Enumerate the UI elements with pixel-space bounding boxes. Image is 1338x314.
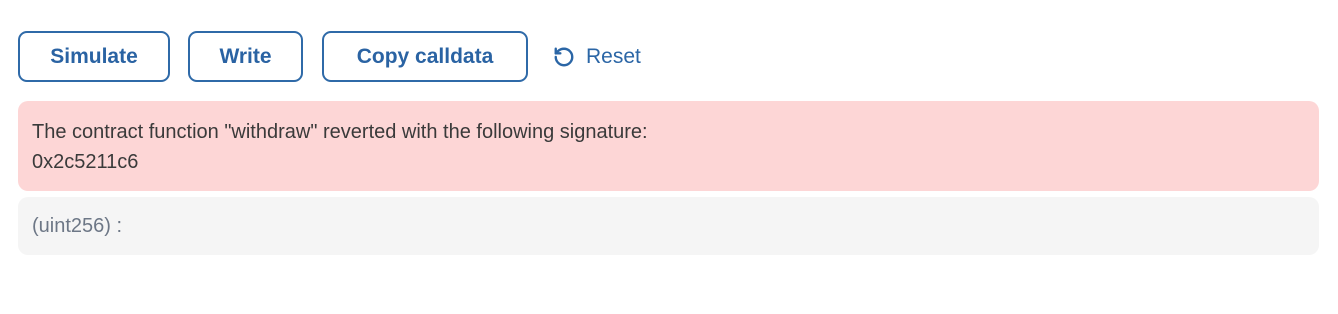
error-signature: 0x2c5211c6 [32,151,139,173]
rotate-ccw-icon [552,45,576,69]
reset-button[interactable]: Reset [552,31,641,82]
result-label: (uint256) : [32,214,123,237]
simulate-button[interactable]: Simulate [18,31,170,82]
reset-label: Reset [586,44,641,68]
action-toolbar: Simulate Write Copy calldata Reset [18,31,641,82]
result-output: (uint256) : [18,197,1319,255]
error-message-box: The contract function "withdraw" reverte… [18,101,1319,191]
copy-calldata-button[interactable]: Copy calldata [322,31,528,82]
error-message: The contract function "withdraw" reverte… [32,121,648,143]
write-button[interactable]: Write [188,31,303,82]
